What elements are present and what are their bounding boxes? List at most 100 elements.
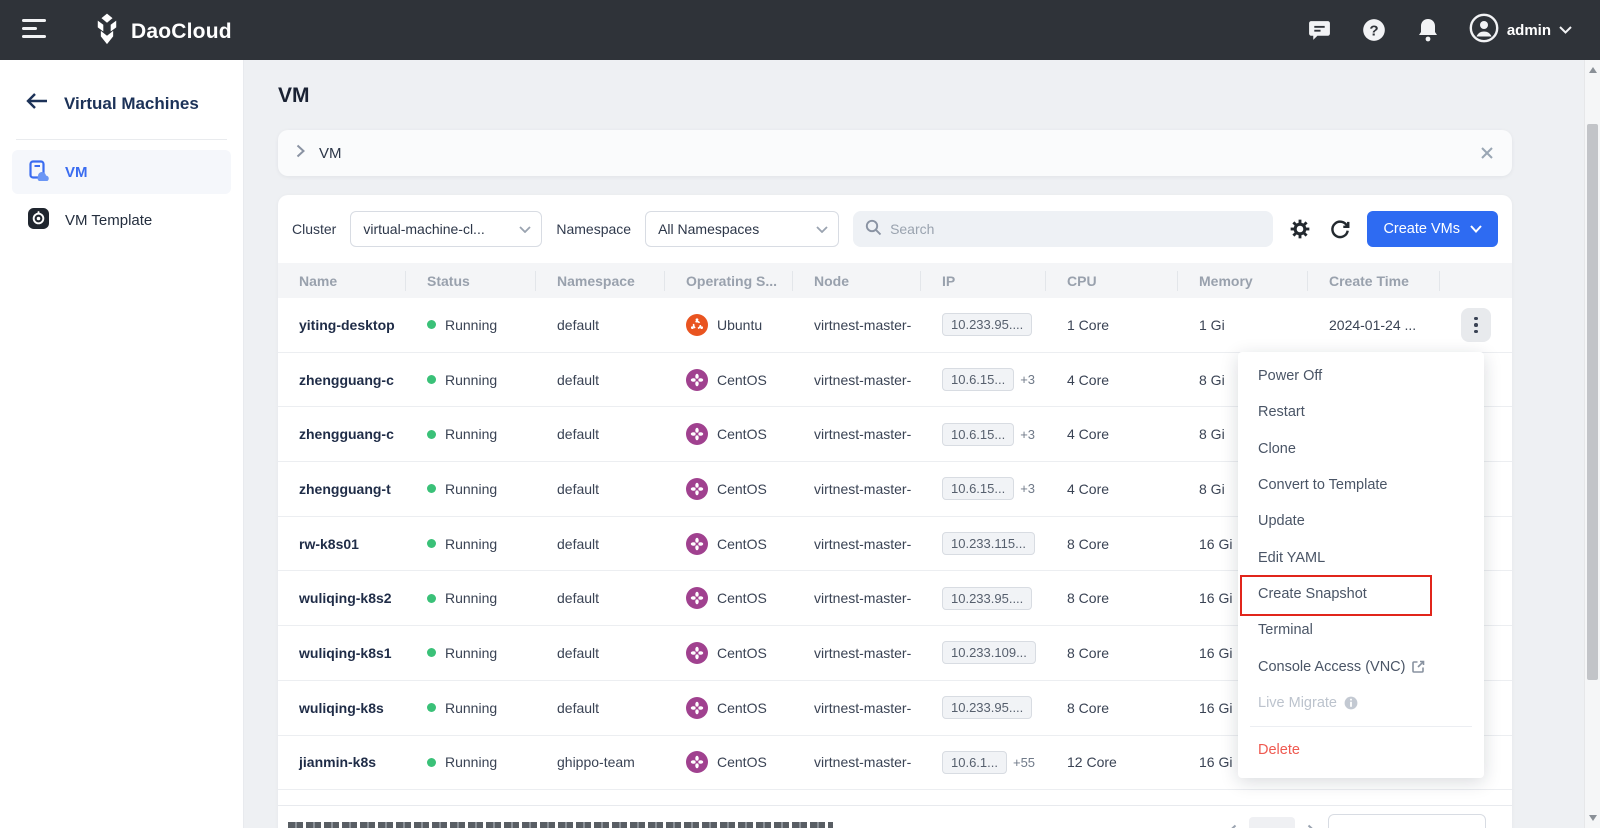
vm-os: CentOS <box>665 478 793 500</box>
settings-gear-icon[interactable] <box>1287 216 1313 242</box>
scrollbar-thumb[interactable] <box>1587 124 1598 680</box>
external-link-icon <box>1412 660 1425 673</box>
vm-name[interactable]: jianmin-k8s <box>278 754 406 770</box>
menu-item-power-off[interactable]: Power Off <box>1238 358 1484 394</box>
table-header: NameStatusNamespaceOperating S...NodeIPC… <box>278 263 1512 298</box>
vm-node: virtnest-master- <box>793 317 921 333</box>
scroll-up-icon[interactable] <box>1585 62 1600 78</box>
vm-name[interactable]: wuliqing-k8s <box>278 700 406 716</box>
vm-node: virtnest-master- <box>793 481 921 497</box>
menu-item-edit-yaml[interactable]: Edit YAML <box>1238 539 1484 575</box>
cluster-label: Cluster <box>292 221 336 237</box>
sidebar-item-vm-template[interactable]: VM Template <box>12 198 231 242</box>
menu-toggle-icon[interactable] <box>22 19 48 41</box>
scroll-down-icon[interactable] <box>1585 810 1600 826</box>
brand[interactable]: DaoCloud <box>92 13 232 50</box>
ubuntu-icon <box>686 314 708 336</box>
vm-name[interactable]: rw-k8s01 <box>278 536 406 552</box>
vm-status: Running <box>406 754 536 770</box>
help-icon[interactable]: ? <box>1361 17 1387 43</box>
username: admin <box>1507 22 1551 39</box>
table-row[interactable]: yiting-desktop Running default Ubuntu vi… <box>278 298 1512 353</box>
avatar <box>1469 13 1499 48</box>
menu-item-create-snapshot[interactable]: Create Snapshot <box>1238 576 1484 612</box>
vm-name[interactable]: wuliqing-k8s2 <box>278 590 406 606</box>
page-prev-icon[interactable] <box>1228 824 1237 828</box>
vm-ip: 10.233.109... <box>921 641 1046 664</box>
centos-icon <box>686 369 708 391</box>
messages-icon[interactable] <box>1307 17 1333 43</box>
vm-node: virtnest-master- <box>793 645 921 661</box>
menu-item-console-access-vnc[interactable]: Console Access (VNC) <box>1238 648 1484 684</box>
vm-status: Running <box>406 645 536 661</box>
namespace-select[interactable]: All Namespaces <box>645 211 839 247</box>
menu-item-live-migrate[interactable]: Live Migrate <box>1238 685 1484 721</box>
vm-os: CentOS <box>665 751 793 773</box>
vm-icon <box>28 160 49 185</box>
vm-status: Running <box>406 590 536 606</box>
page-size-select[interactable] <box>1328 814 1486 828</box>
vm-name[interactable]: wuliqing-k8s1 <box>278 645 406 661</box>
status-dot-icon <box>427 539 436 548</box>
column-header <box>1440 271 1512 291</box>
notifications-bell-icon[interactable] <box>1415 17 1441 43</box>
ip-chip: 10.6.15... <box>942 477 1014 500</box>
vm-create-time: 2024-01-24 ... <box>1308 317 1440 333</box>
vm-namespace: default <box>536 372 665 388</box>
menu-item-terminal[interactable]: Terminal <box>1238 612 1484 648</box>
vm-os: CentOS <box>665 697 793 719</box>
column-header: Name <box>278 271 406 291</box>
ip-chip: 10.6.1... <box>942 751 1007 774</box>
vm-namespace: ghippo-team <box>536 754 665 770</box>
status-dot-icon <box>427 430 436 439</box>
vertical-scrollbar[interactable] <box>1584 60 1600 828</box>
create-vms-button[interactable]: Create VMs <box>1367 211 1498 247</box>
status-dot-icon <box>427 703 436 712</box>
column-header: Operating S... <box>665 271 793 291</box>
vm-name[interactable]: zhengguang-c <box>278 426 406 442</box>
page-next-icon[interactable] <box>1307 824 1316 828</box>
ip-chip: 10.233.109... <box>942 641 1036 664</box>
menu-item-convert-to-template[interactable]: Convert to Template <box>1238 467 1484 503</box>
vm-namespace: default <box>536 481 665 497</box>
status-dot-icon <box>427 484 436 493</box>
search-input[interactable]: Search <box>853 211 1273 247</box>
centos-icon <box>686 697 708 719</box>
chevron-right-icon[interactable] <box>296 144 305 163</box>
vm-name[interactable]: yiting-desktop <box>278 317 406 333</box>
column-header: Create Time <box>1308 271 1440 291</box>
vm-cpu: 8 Core <box>1046 590 1178 606</box>
vm-name[interactable]: zhengguang-t <box>278 481 406 497</box>
back-arrow-icon[interactable] <box>26 92 48 115</box>
toolbar: Cluster virtual-machine-cl... Namespace … <box>278 195 1512 247</box>
cluster-select[interactable]: virtual-machine-cl... <box>350 211 542 247</box>
vm-status: Running <box>406 372 536 388</box>
sidebar-item-label: VM Template <box>65 212 152 229</box>
row-actions-kebab-icon[interactable] <box>1461 308 1491 342</box>
centos-icon <box>686 478 708 500</box>
collapse-panel[interactable]: VM <box>278 130 1512 176</box>
status-dot-icon <box>427 594 436 603</box>
vm-name[interactable]: zhengguang-c <box>278 372 406 388</box>
close-icon[interactable] <box>1480 146 1494 160</box>
user-menu[interactable]: admin <box>1469 13 1572 48</box>
vm-ip: 10.6.15...+3 <box>921 423 1046 446</box>
vm-os: Ubuntu <box>665 314 793 336</box>
vm-namespace: default <box>536 426 665 442</box>
menu-item-clone[interactable]: Clone <box>1238 431 1484 467</box>
sidebar-back[interactable]: Virtual Machines <box>0 60 243 115</box>
vm-node: virtnest-master- <box>793 536 921 552</box>
vm-ip: 10.6.15...+3 <box>921 477 1046 500</box>
menu-item-update[interactable]: Update <box>1238 503 1484 539</box>
vm-node: virtnest-master- <box>793 700 921 716</box>
menu-item-restart[interactable]: Restart <box>1238 394 1484 430</box>
refresh-icon[interactable] <box>1327 216 1353 242</box>
menu-item-delete[interactable]: Delete <box>1238 732 1484 768</box>
column-header: Namespace <box>536 271 665 291</box>
vm-os: CentOS <box>665 423 793 445</box>
sidebar-item-vm[interactable]: VM <box>12 150 231 194</box>
vm-ip: 10.6.1...+55 <box>921 751 1046 774</box>
page-number-box[interactable] <box>1249 817 1295 828</box>
vm-node: virtnest-master- <box>793 426 921 442</box>
daocloud-logo-icon <box>92 13 122 50</box>
